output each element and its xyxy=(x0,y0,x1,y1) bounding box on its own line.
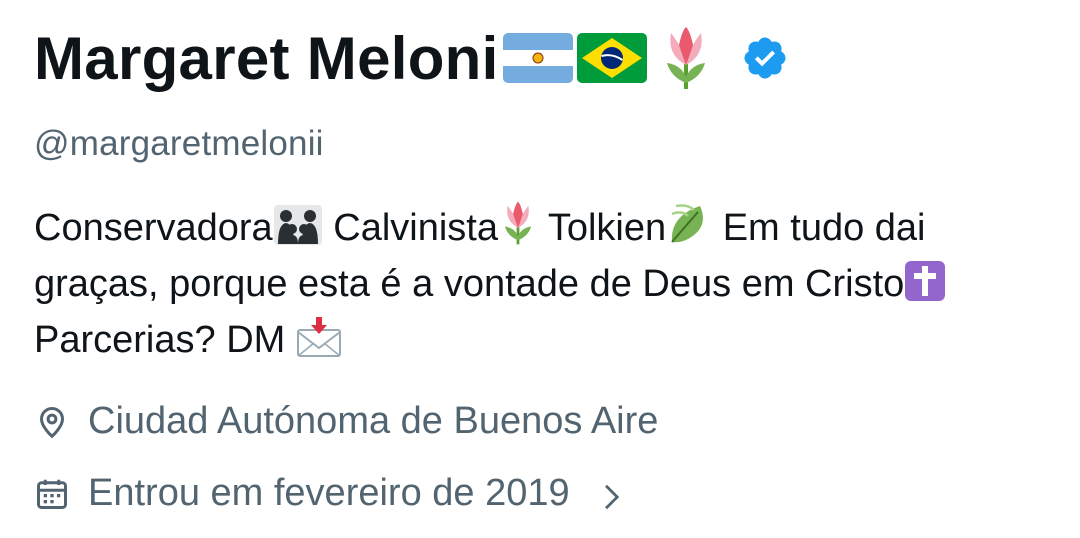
name-row: Margaret Meloni xyxy=(34,18,789,98)
bio-line-1: Conservadora Calvinista Tolkien Em tudo … xyxy=(34,200,1054,256)
bio-text: Calvinista xyxy=(322,207,498,249)
bio-text: Conservadora xyxy=(34,207,273,249)
incoming-envelope-icon xyxy=(296,316,342,358)
profile-bio: Conservadora Calvinista Tolkien Em tudo … xyxy=(34,200,1054,368)
verified-badge-icon[interactable] xyxy=(741,34,789,82)
bio-text: graças, porque esta é a vontade de Deus … xyxy=(34,263,905,305)
bio-text: Parcerias? DM xyxy=(34,319,296,361)
tulip-icon xyxy=(498,200,538,246)
chevron-right-icon[interactable] xyxy=(596,479,626,509)
display-name: Margaret Meloni xyxy=(34,24,499,92)
bio-text: Tolkien xyxy=(537,207,667,249)
calendar-icon xyxy=(34,476,70,512)
location-text: Ciudad Autónoma de Buenos Aire xyxy=(88,400,659,442)
bio-line-3: Parcerias? DM xyxy=(34,312,1054,368)
tulip-icon xyxy=(657,25,715,91)
family-icon xyxy=(273,204,323,246)
bio-text: Em tudo dai xyxy=(712,207,926,249)
profile-handle: @margaretmelonii xyxy=(34,124,324,163)
profile-join-date[interactable]: Entrou em fevereiro de 2019 xyxy=(34,472,626,515)
profile-location: Ciudad Autónoma de Buenos Aire xyxy=(34,400,658,443)
latin-cross-icon xyxy=(904,260,946,302)
brazil-flag-icon xyxy=(576,33,647,83)
argentina-flag-icon xyxy=(502,33,573,83)
bio-line-2: graças, porque esta é a vontade de Deus … xyxy=(34,256,1054,312)
profile-header: Margaret Meloni @margaretmelonii Conserv… xyxy=(0,0,1080,538)
leaf-icon xyxy=(666,202,712,246)
join-date-text: Entrou em fevereiro de 2019 xyxy=(88,472,570,514)
location-pin-icon xyxy=(34,404,70,440)
